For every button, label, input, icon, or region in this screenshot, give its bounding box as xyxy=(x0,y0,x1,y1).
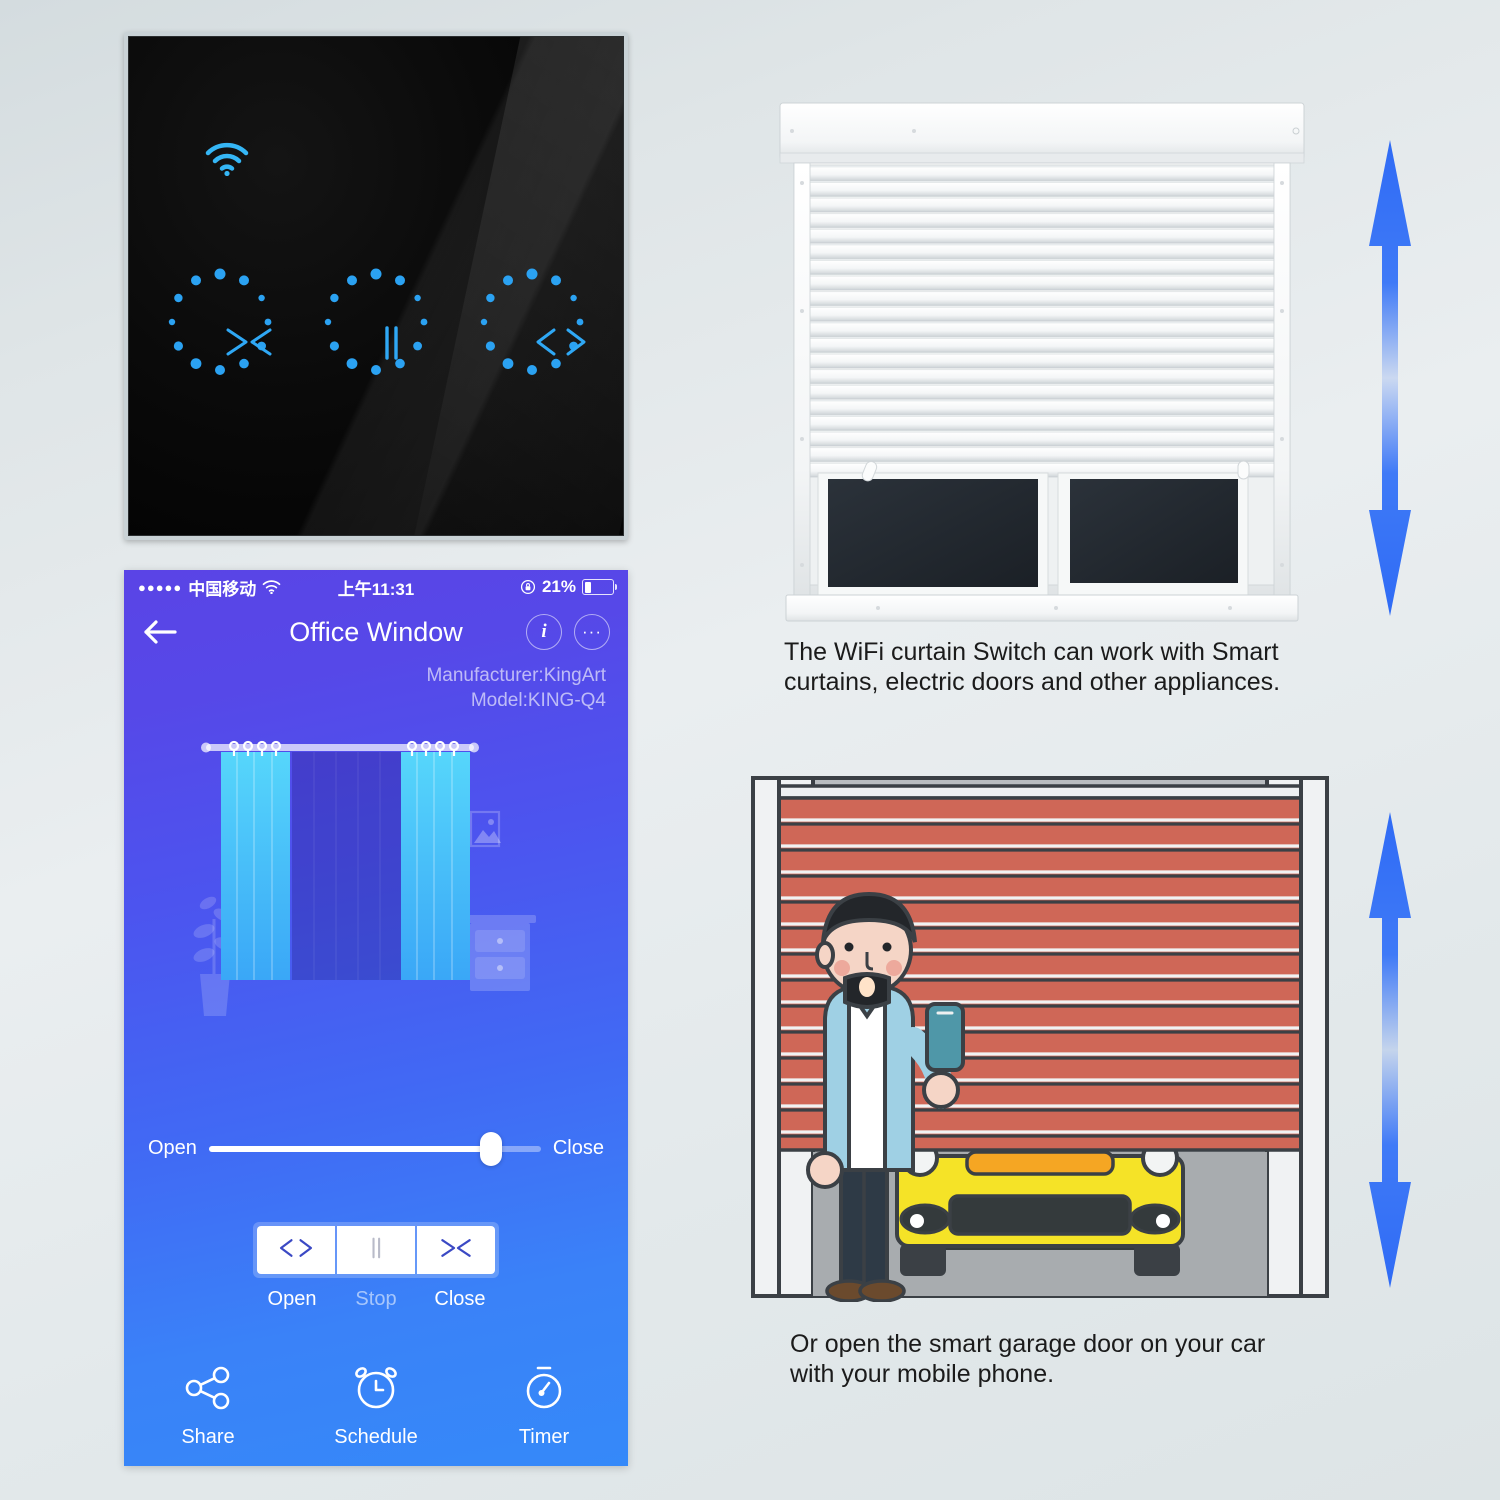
more-options-button[interactable]: ··· xyxy=(574,614,610,650)
battery-fill xyxy=(584,581,591,593)
slider-thumb[interactable] xyxy=(480,1131,503,1166)
battery-percent: 21% xyxy=(541,577,576,596)
switch-button-close[interactable] xyxy=(160,262,280,382)
bottom-label-share: Share xyxy=(181,1425,235,1448)
open-curtain-icon xyxy=(276,1235,316,1266)
control-button-open[interactable] xyxy=(257,1226,335,1275)
up-down-arrow-garage xyxy=(1358,810,1422,1290)
bottom-item-schedule[interactable]: Schedule xyxy=(292,1364,460,1449)
picture-frame-decor xyxy=(469,811,501,848)
bottom-item-timer[interactable]: Timer xyxy=(460,1364,628,1449)
device-meta: Manufacturer:KingArt Model:KING-Q4 xyxy=(124,660,628,713)
smartphone-app-screen: ●●●●● 中国移动 上午11:31 21% Office Window i ·… xyxy=(124,570,628,1466)
curtain-control-buttons xyxy=(124,1222,628,1279)
caption-curtain-switch: The WiFi curtain Switch can work with Sm… xyxy=(784,638,1281,696)
roller-shutter-window-image xyxy=(778,95,1306,625)
control-label-stop: Stop xyxy=(355,1288,397,1311)
wifi-icon xyxy=(262,580,281,594)
bottom-label-timer: Timer xyxy=(518,1425,570,1448)
bottom-label-schedule: Schedule xyxy=(334,1425,418,1448)
rotation-lock-icon xyxy=(520,579,536,595)
manufacturer-text: Manufacturer:KingArt xyxy=(426,665,606,686)
slider-label-close: Close xyxy=(552,1137,604,1160)
curtain-illustration xyxy=(124,719,628,1019)
caption-garage-door: Or open the smart garage door on your ca… xyxy=(790,1330,1266,1388)
model-text: Model:KING-Q4 xyxy=(470,689,606,711)
up-down-arrow-window xyxy=(1358,138,1422,618)
alarm-clock-icon xyxy=(350,1364,402,1418)
control-button-stop[interactable] xyxy=(337,1226,415,1275)
back-arrow-icon[interactable] xyxy=(142,615,182,649)
stop-icon xyxy=(365,1235,387,1266)
wifi-curtain-switch-panel xyxy=(124,32,628,540)
curtain-panel-left xyxy=(221,752,290,981)
carrier-name: 中国移动 xyxy=(188,579,257,599)
garage-door-illustration xyxy=(745,772,1335,1303)
position-slider-row: Open Close xyxy=(124,1131,628,1166)
bottom-item-share[interactable]: Share xyxy=(124,1364,292,1449)
battery-icon xyxy=(582,579,617,595)
switch-button-open[interactable] xyxy=(472,262,592,382)
switch-button-stop[interactable] xyxy=(316,262,436,382)
info-button[interactable]: i xyxy=(526,614,562,650)
slider-label-open: Open xyxy=(148,1137,197,1160)
signal-dots-icon: ●●●●● xyxy=(138,579,183,595)
curtain-panel-right xyxy=(401,752,470,981)
status-bar: ●●●●● 中国移动 上午11:31 21% xyxy=(124,570,628,604)
stopwatch-icon xyxy=(518,1364,570,1418)
slider-fill xyxy=(208,1145,492,1152)
share-icon xyxy=(182,1364,234,1418)
control-button-close[interactable] xyxy=(417,1226,495,1275)
close-curtain-icon xyxy=(436,1235,476,1266)
switch-glass-face xyxy=(128,36,624,536)
control-button-labels: Open Stop Close xyxy=(124,1288,628,1311)
touch-button-row xyxy=(129,252,623,392)
control-label-close: Close xyxy=(434,1288,486,1311)
info-icon: i xyxy=(541,621,547,642)
control-label-open: Open xyxy=(267,1288,317,1311)
nightstand-decor xyxy=(464,915,536,992)
app-navbar: Office Window i ··· xyxy=(124,604,628,660)
app-bottom-bar: Share Schedule Timer xyxy=(124,1346,628,1466)
wifi-icon xyxy=(203,142,251,177)
position-slider[interactable] xyxy=(208,1131,541,1166)
